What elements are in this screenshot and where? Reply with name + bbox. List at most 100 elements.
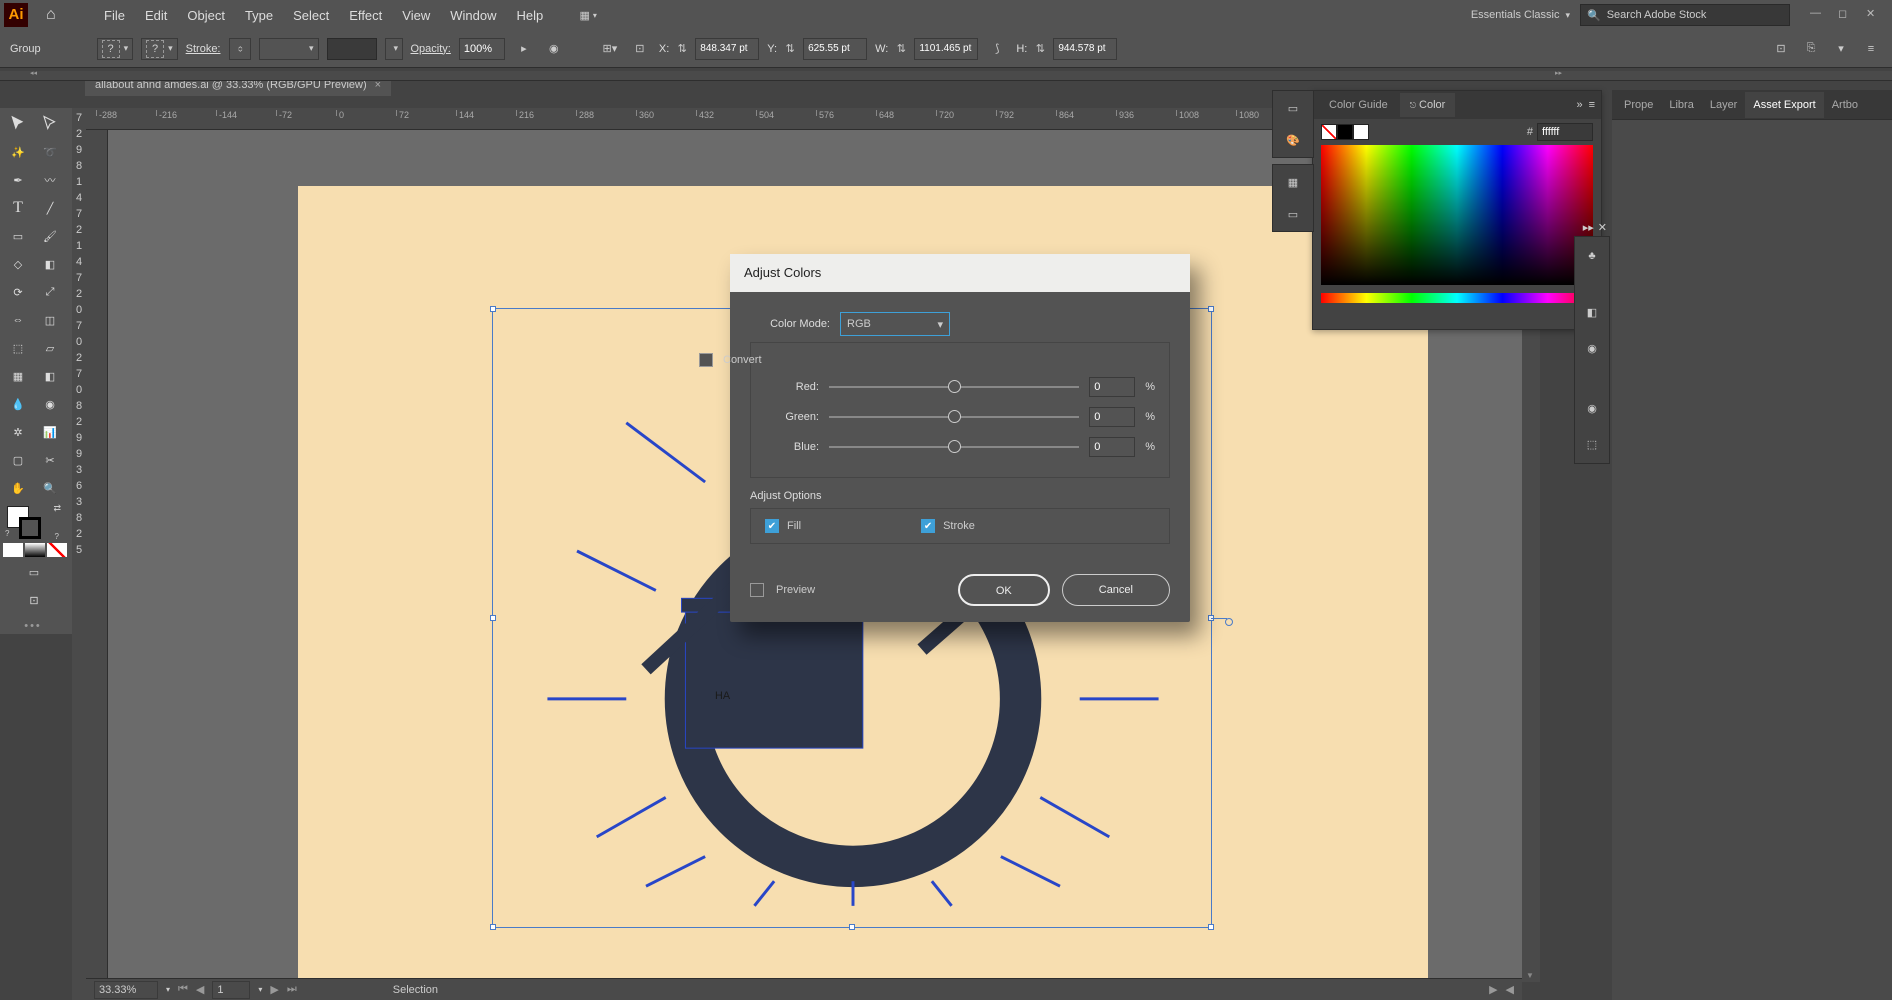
artboard-number[interactable]: 1 bbox=[212, 981, 250, 999]
hand-tool[interactable]: ✋ bbox=[3, 475, 33, 501]
panel-menu-icon[interactable]: ≡ bbox=[1860, 38, 1882, 60]
color-mode-none[interactable] bbox=[47, 543, 67, 557]
symbol-sprayer-tool[interactable]: ✲ bbox=[3, 419, 33, 445]
zoom-tool[interactable]: 🔍 bbox=[35, 475, 65, 501]
color-wheel-icon[interactable]: 🎨 bbox=[1280, 127, 1306, 153]
ok-button[interactable]: OK bbox=[958, 574, 1050, 606]
menu-object[interactable]: Object bbox=[177, 2, 235, 29]
blue-slider[interactable] bbox=[829, 446, 1079, 448]
eraser-tool[interactable]: ◧ bbox=[35, 251, 65, 277]
blend-tool[interactable]: ◉ bbox=[35, 391, 65, 417]
curvature-tool[interactable]: 〰 bbox=[35, 167, 65, 193]
opacity-caret[interactable]: ▸ bbox=[513, 38, 535, 60]
free-transform-tool[interactable]: ◫ bbox=[35, 307, 65, 333]
tab-properties[interactable]: Prope bbox=[1616, 92, 1661, 118]
none-swatch[interactable] bbox=[1321, 124, 1337, 140]
isolate-icon[interactable]: ⊡ bbox=[1770, 38, 1792, 60]
opacity-label[interactable]: Opacity: bbox=[411, 43, 451, 55]
slice-tool[interactable]: ✂ bbox=[35, 447, 65, 473]
color-spectrum[interactable] bbox=[1321, 145, 1593, 285]
color-mode-dropdown[interactable]: RGB▾ bbox=[840, 312, 950, 336]
hex-input[interactable] bbox=[1537, 123, 1593, 141]
artboard-tool[interactable]: ▢ bbox=[3, 447, 33, 473]
tab-layers[interactable]: Layer bbox=[1702, 92, 1746, 118]
panel-expand-icon[interactable]: » bbox=[1576, 99, 1582, 111]
window-close[interactable]: ✕ bbox=[1866, 7, 1882, 23]
transparency-icon[interactable]: ◉ bbox=[1579, 335, 1605, 361]
menu-view[interactable]: View bbox=[392, 2, 440, 29]
mesh-tool[interactable]: ▦ bbox=[3, 363, 33, 389]
selection-tool[interactable] bbox=[3, 111, 33, 137]
y-stepper[interactable]: ⇅ bbox=[779, 38, 801, 60]
eyedropper-tool[interactable]: 💧 bbox=[3, 391, 33, 417]
appearance-icon[interactable]: ◉ bbox=[1579, 395, 1605, 421]
scroll-left[interactable]: ◀ bbox=[1506, 983, 1514, 996]
rectangle-tool[interactable]: ▭ bbox=[3, 223, 33, 249]
tab-libraries[interactable]: Libra bbox=[1661, 92, 1701, 118]
perspective-tool[interactable]: ▱ bbox=[35, 335, 65, 361]
search-stock[interactable]: 🔍Search Adobe Stock bbox=[1580, 4, 1790, 26]
stroke-weight[interactable]: ‹› bbox=[229, 38, 251, 60]
scroll-right[interactable]: ▶ bbox=[1489, 983, 1497, 996]
panel-menu-icon[interactable]: ≡ bbox=[1589, 99, 1595, 111]
fill-stroke-tool[interactable]: ? ? ⇄ bbox=[3, 503, 65, 541]
arrange-docs-icon[interactable]: ▦ ▾ bbox=[577, 4, 599, 26]
dock-close-icon[interactable]: ✕ bbox=[1598, 221, 1607, 234]
menu-edit[interactable]: Edit bbox=[135, 2, 177, 29]
menu-window[interactable]: Window bbox=[440, 2, 506, 29]
prev-artboard[interactable]: ◀ bbox=[196, 983, 204, 996]
gradient-panel-icon[interactable]: ◧ bbox=[1579, 299, 1605, 325]
first-artboard[interactable]: ⏮ bbox=[178, 983, 188, 996]
color-mode-fill[interactable] bbox=[3, 543, 23, 557]
menu-help[interactable]: Help bbox=[506, 2, 553, 29]
white-swatch[interactable] bbox=[1353, 124, 1369, 140]
rotate-handle[interactable] bbox=[1225, 618, 1233, 626]
graphic-styles-icon[interactable]: ⬚ bbox=[1579, 431, 1605, 457]
blue-value[interactable]: 0 bbox=[1089, 437, 1135, 457]
fill-checkbox[interactable] bbox=[765, 519, 779, 533]
stroke-checkbox[interactable] bbox=[921, 519, 935, 533]
green-value[interactable]: 0 bbox=[1089, 407, 1135, 427]
gradient-tool[interactable]: ◧ bbox=[35, 363, 65, 389]
brush-def[interactable] bbox=[327, 38, 377, 60]
graph-tool[interactable]: 📊 bbox=[35, 419, 65, 445]
more-caret[interactable]: ▾ bbox=[1830, 38, 1852, 60]
menu-file[interactable]: File bbox=[94, 2, 135, 29]
color-tab[interactable]: ⎋Color bbox=[1400, 93, 1456, 117]
opacity-value[interactable]: 100% bbox=[459, 38, 505, 60]
tab-artboards[interactable]: Artbo bbox=[1824, 92, 1866, 118]
brushes-icon[interactable]: ▭ bbox=[1280, 201, 1306, 227]
rotate-tool[interactable]: ⟳ bbox=[3, 279, 33, 305]
last-artboard[interactable]: ⏭ bbox=[287, 983, 297, 996]
w-stepper[interactable]: ⇅ bbox=[890, 38, 912, 60]
scale-tool[interactable]: ⤢ bbox=[35, 279, 65, 305]
transform-ref[interactable]: ⊡ bbox=[629, 38, 651, 60]
window-maximize[interactable]: ◻ bbox=[1838, 7, 1854, 23]
convert-checkbox[interactable] bbox=[699, 353, 713, 367]
brush-dd[interactable]: ▾ bbox=[385, 38, 403, 60]
next-artboard[interactable]: ▶ bbox=[270, 983, 278, 996]
home-icon[interactable]: ⌂ bbox=[46, 6, 68, 24]
menu-type[interactable]: Type bbox=[235, 2, 283, 29]
symbols-icon[interactable]: ♣ bbox=[1579, 243, 1605, 269]
menu-effect[interactable]: Effect bbox=[339, 2, 392, 29]
zoom-value[interactable]: 33.33% bbox=[94, 981, 158, 999]
red-slider[interactable] bbox=[829, 386, 1079, 388]
properties-icon[interactable]: ▭ bbox=[1280, 95, 1306, 121]
align-icon[interactable]: ⊞▾ bbox=[599, 38, 621, 60]
paintbrush-tool[interactable]: 🖌 bbox=[35, 223, 65, 249]
lasso-tool[interactable]: ➰ bbox=[35, 139, 65, 165]
green-slider[interactable] bbox=[829, 416, 1079, 418]
workspace-switcher[interactable]: Essentials Classic▾ bbox=[1461, 5, 1580, 25]
color-mode-gradient[interactable] bbox=[25, 543, 45, 557]
collapse-bar[interactable] bbox=[0, 71, 1892, 81]
tab-asset-export[interactable]: Asset Export bbox=[1745, 92, 1823, 118]
swatches-icon[interactable]: ▦ bbox=[1280, 169, 1306, 195]
width-tool[interactable]: ⇔ bbox=[3, 307, 33, 333]
direct-selection-tool[interactable] bbox=[35, 111, 65, 137]
black-swatch[interactable] bbox=[1337, 124, 1353, 140]
link-wh-icon[interactable]: ⟆ bbox=[986, 38, 1008, 60]
red-value[interactable]: 0 bbox=[1089, 377, 1135, 397]
w-value[interactable]: 1101.465 pt bbox=[914, 38, 978, 60]
fill-swatch[interactable]: ?▾ bbox=[97, 38, 134, 60]
